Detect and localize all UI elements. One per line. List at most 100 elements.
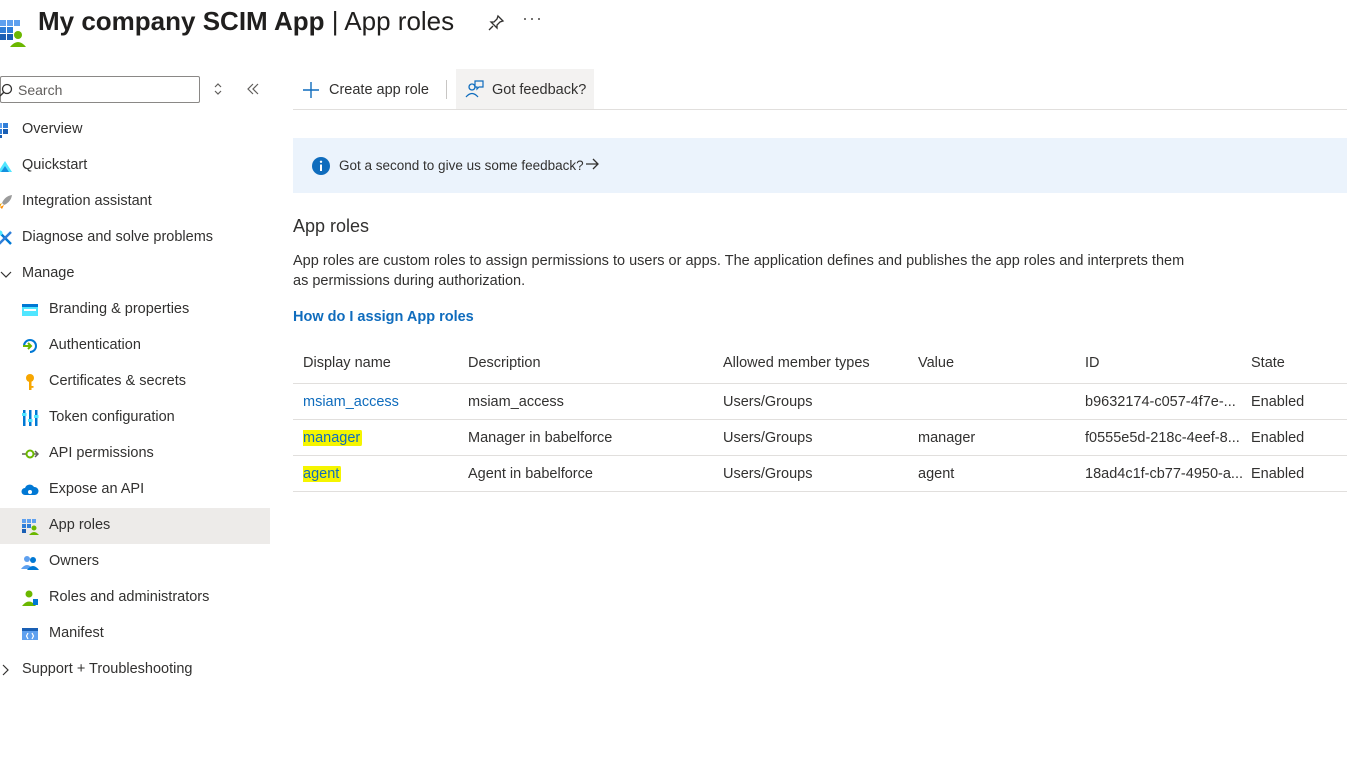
rocket-icon [0, 195, 12, 209]
authentication-icon [23, 339, 37, 353]
arrow-right-icon[interactable] [585, 157, 599, 171]
app-roles-table: Display name Description Allowed member … [293, 344, 1347, 492]
pin-icon[interactable] [487, 14, 505, 32]
sidebar-item-label: Quickstart [22, 157, 88, 173]
sidebar-item-overview[interactable]: Overview [0, 112, 270, 148]
sidebar-item-label: Branding & properties [49, 301, 190, 317]
column-header[interactable]: Value [918, 355, 1068, 371]
banner-message: Got a second to give us some feedback? [339, 158, 584, 173]
role-name-cell: agent [303, 466, 453, 482]
sidebar-item-certificates[interactable]: Certificates & secrets [0, 364, 270, 400]
command-bar: Create app role Got feedback? [293, 68, 1347, 110]
sidebar-item-token-configuration[interactable]: Token configuration [0, 400, 270, 436]
collapse-sidebar-icon[interactable] [245, 81, 261, 97]
sidebar-item-label: Token configuration [49, 409, 175, 425]
sidebar-item-integration-assistant[interactable]: Integration assistant [0, 184, 270, 220]
role-name-link[interactable]: manager [303, 430, 363, 446]
sidebar-group-support[interactable]: Support + Troubleshooting [0, 652, 270, 688]
role-name-link[interactable]: msiam_access [303, 394, 453, 410]
page-title: My company SCIM App | App roles [38, 6, 455, 36]
sidebar-item-authentication[interactable]: Authentication [0, 328, 270, 364]
role-name-cell: manager [303, 430, 453, 446]
role-state: Enabled [1251, 466, 1305, 482]
role-name-link[interactable]: agent [303, 466, 342, 482]
column-header[interactable]: State [1251, 355, 1341, 371]
sidebar-item-branding[interactable]: Branding & properties [0, 292, 270, 328]
column-header[interactable]: Display name [303, 355, 453, 371]
search-icon [0, 83, 13, 97]
sidebar-group-manage[interactable]: Manage [0, 256, 270, 292]
sidebar-item-label: Overview [22, 121, 83, 137]
token-icon [22, 410, 39, 426]
sidebar-item-label: Owners [49, 553, 99, 569]
toolbar-divider [446, 80, 447, 99]
role-id: 18ad4c1f-cb77-4950-a... [1085, 466, 1243, 482]
create-app-role-label: Create app role [329, 82, 429, 98]
feedback-icon [465, 80, 484, 98]
role-value: agent [918, 466, 955, 482]
sidebar-item-label: Expose an API [49, 481, 145, 497]
sidebar-item-label: Support + Troubleshooting [22, 661, 193, 677]
page-header: My company SCIM App | App roles ··· [0, 0, 1347, 60]
sidebar-item-label: Manifest [49, 625, 104, 641]
chevron-right-icon [2, 664, 9, 676]
role-description: Manager in babelforce [468, 430, 613, 446]
branding-icon [22, 304, 38, 316]
table-row[interactable]: manager Manager in babelforce Users/Grou… [293, 420, 1347, 456]
role-description: msiam_access [468, 394, 564, 410]
cloud-icon [21, 484, 39, 495]
role-id: b9632174-c057-4f7e-... [1085, 394, 1236, 410]
feedback-button[interactable]: Got feedback? [456, 69, 594, 109]
section-description: App roles are custom roles to assign per… [293, 253, 1185, 289]
section-title: App roles [293, 216, 370, 236]
sidebar-item-manifest[interactable]: Manifest [0, 616, 270, 652]
app-logo-icon [0, 20, 26, 47]
role-member-types: Users/Groups [723, 466, 813, 482]
sidebar-item-diagnose[interactable]: Diagnose and solve problems [0, 220, 270, 256]
sidebar-item-roles-administrators[interactable]: Roles and administrators [0, 580, 270, 616]
sidebar-item-label: Manage [22, 265, 75, 281]
role-state: Enabled [1251, 394, 1305, 410]
role-member-types: Users/Groups [723, 430, 813, 446]
feedback-label: Got feedback? [492, 82, 587, 98]
sidebar-item-label: Diagnose and solve problems [22, 229, 214, 245]
column-header[interactable]: Allowed member types [723, 355, 903, 371]
create-app-role-button[interactable]: Create app role [293, 69, 441, 109]
help-link[interactable]: How do I assign App roles [293, 309, 474, 325]
app-roles-icon [22, 519, 39, 535]
chevron-down-icon [0, 271, 12, 278]
sidebar-item-quickstart[interactable]: Quickstart [0, 148, 270, 184]
overview-icon [0, 123, 8, 138]
column-header[interactable]: Description [468, 355, 708, 371]
search-input[interactable] [18, 79, 196, 100]
more-options-icon[interactable]: ··· [522, 8, 543, 29]
manifest-icon [22, 628, 38, 640]
table-row[interactable]: agent Agent in babelforce Users/Groups a… [293, 456, 1347, 492]
table-row[interactable]: msiam_access msiam_access Users/Groups b… [293, 384, 1347, 420]
api-permissions-icon [22, 449, 39, 459]
roles-admin-icon [22, 590, 38, 606]
sidebar-item-label: Certificates & secrets [49, 373, 186, 389]
sidebar-item-expose-api[interactable]: Expose an API [0, 472, 270, 508]
column-header[interactable]: ID [1085, 355, 1243, 371]
sidebar-search[interactable] [0, 76, 200, 103]
sidebar-item-api-permissions[interactable]: API permissions [0, 436, 270, 472]
role-id: f0555e5d-218c-4eef-8... [1085, 430, 1240, 446]
sidebar-item-owners[interactable]: Owners [0, 544, 270, 580]
quickstart-icon [0, 161, 12, 172]
wrench-icon [0, 230, 12, 245]
table-header: Display name Description Allowed member … [293, 344, 1347, 384]
role-member-types: Users/Groups [723, 394, 813, 410]
plus-icon [303, 82, 319, 98]
sidebar-item-app-roles[interactable]: App roles [0, 508, 270, 544]
sort-icon[interactable] [212, 82, 224, 96]
sidebar-item-label: Roles and administrators [49, 589, 210, 605]
sidebar-item-label: API permissions [49, 445, 154, 461]
role-value: manager [918, 430, 976, 446]
sidebar-item-label: Authentication [49, 337, 141, 353]
info-icon [312, 157, 330, 175]
sidebar: Overview Quickstart Integration assistan… [0, 72, 270, 712]
sidebar-item-label: Integration assistant [22, 193, 152, 209]
key-icon [26, 374, 34, 390]
role-state: Enabled [1251, 430, 1305, 446]
